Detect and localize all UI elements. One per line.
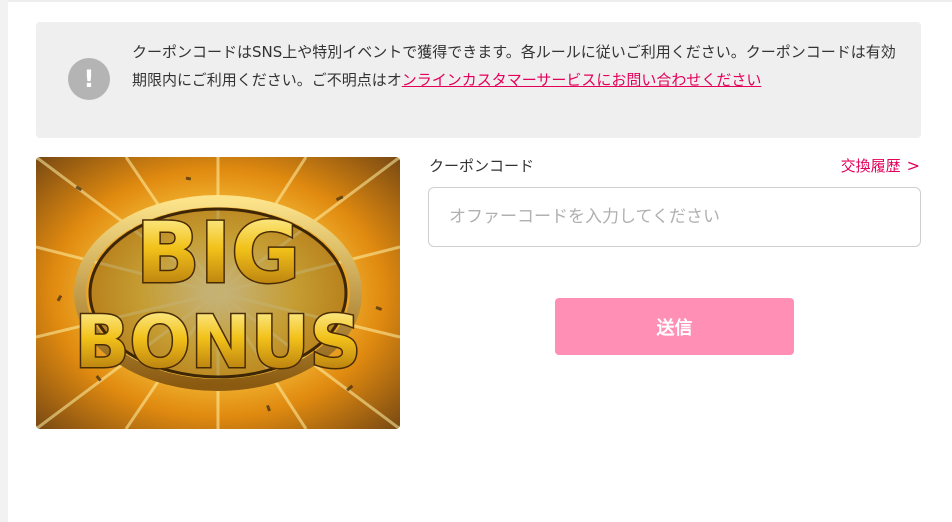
banner-graphic: BIG BONUS <box>36 157 400 429</box>
left-frame-edge <box>0 0 8 522</box>
submit-button[interactable]: 送信 <box>555 298 794 355</box>
exchange-history-link[interactable]: 交換履歴 > <box>841 155 920 177</box>
exchange-history-label: 交換履歴 <box>840 157 901 175</box>
banner-text-bonus: BONUS <box>75 300 362 384</box>
coupon-code-input[interactable] <box>428 187 921 247</box>
coupon-code-label: クーポンコード <box>429 157 535 175</box>
banner-text-big: BIG <box>136 204 300 302</box>
notice-text: クーポンコードはSNS上や特別イベントで獲得できます。各ルールに従いご利用くださ… <box>132 38 900 94</box>
big-bonus-banner: BIG BONUS <box>36 157 400 429</box>
customer-service-link[interactable]: ンラインカスタマーサービスにお問い合わせください <box>402 71 762 89</box>
exclamation-icon: ! <box>68 58 110 100</box>
notice-box: ! クーポンコードはSNS上や特別イベントで獲得できます。各ルールに従いご利用く… <box>36 22 921 138</box>
top-frame-edge <box>8 0 952 2</box>
chevron-right-icon: > <box>906 156 920 175</box>
